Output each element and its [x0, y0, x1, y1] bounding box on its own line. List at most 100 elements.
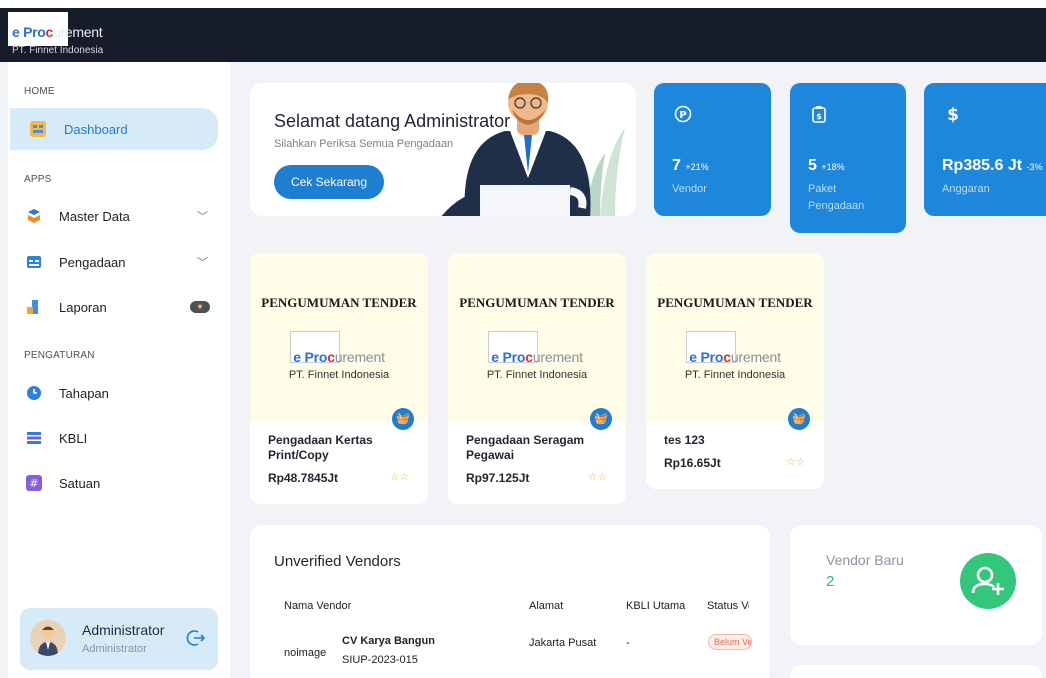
svg-text:P: P: [679, 110, 686, 121]
tender-price: Rp97.125Jt: [466, 471, 530, 485]
column-header: Nama Vendor: [284, 600, 352, 612]
section-home: HOME: [24, 86, 55, 97]
logo-rest: urement: [53, 24, 103, 40]
stat-value: 7 +21%: [672, 157, 709, 174]
status-badge: Belum Verifikasi: [708, 634, 752, 650]
sidebar-item-kbli[interactable]: KBLI: [8, 417, 230, 459]
sidebar-item-label: Laporan: [59, 299, 107, 315]
tender-company: PT. Finnet Indonesia: [684, 369, 786, 381]
sidebar-item-label: Master Data: [59, 208, 130, 224]
tender-card[interactable]: PENGUMUMAN TENDER e Procurement PT. Finn…: [250, 253, 428, 504]
sidebar-item-pengadaan[interactable]: Pengadaan ﹀: [8, 241, 230, 283]
tender-price: Rp48.7845Jt: [268, 471, 339, 485]
vendor-address: Jakarta Pusat: [529, 637, 597, 649]
svg-text:$: $: [947, 105, 959, 123]
company-name: PT. Finnet Indonesia: [12, 45, 104, 56]
chevron-down-icon: ﹀: [197, 211, 208, 223]
stat-card-vendor[interactable]: P 7 +21% Vendor: [654, 83, 771, 216]
vendor-permit: SIUP-2023-015: [342, 654, 418, 666]
add-user-icon: [960, 553, 1016, 609]
report-icon: [26, 299, 42, 315]
sidebar-item-label: Dashboard: [64, 121, 128, 137]
column-header: Status Verifikasi: [707, 600, 749, 612]
svg-text:#: #: [29, 477, 38, 490]
vendor-kbli: -: [626, 637, 630, 649]
user-role: Administrator: [82, 643, 147, 655]
stat-value: 5 +18%: [808, 157, 845, 174]
chevron-down-icon: ﹀: [197, 257, 208, 269]
app-logo[interactable]: e Procurement: [12, 24, 103, 40]
star-rating-icon[interactable]: ☆☆: [786, 457, 806, 468]
vendor-image: noimage: [284, 647, 327, 659]
tender-title: Pengadaan Kertas Print/Copy: [268, 433, 373, 462]
basket-icon[interactable]: 🧺: [788, 408, 810, 430]
welcome-card: Selamat datang Administrator Silahkan Pe…: [250, 83, 636, 216]
stat-label: Paket Pengadaan: [808, 183, 865, 212]
logo-e: e: [12, 24, 20, 40]
logout-icon[interactable]: [186, 628, 206, 648]
vendor-name[interactable]: CV Karya Bangun: [342, 635, 435, 647]
star-rating-icon[interactable]: ☆☆: [390, 472, 410, 483]
tender-title: Pengadaan Seragam Pegawai: [466, 433, 585, 462]
tender-logo: e Procurement: [293, 349, 385, 365]
user-profile-card[interactable]: Administrator Administrator: [20, 608, 218, 670]
tender-price: Rp16.65Jt: [664, 456, 721, 470]
sidebar-item-label: Satuan: [59, 475, 101, 491]
master-data-icon: [26, 208, 42, 224]
star-badge-icon: ★: [190, 301, 210, 313]
tender-header: PENGUMUMAN TENDER: [261, 295, 417, 310]
stat-label: Vendor: [672, 183, 707, 195]
clock-icon: [26, 385, 42, 401]
procurement-icon: [26, 254, 42, 270]
new-vendor-label: Vendor Baru: [826, 552, 904, 568]
dashboard-icon: [30, 121, 46, 137]
top-strip: [0, 0, 1046, 8]
sidebar-item-label: Pengadaan: [59, 254, 126, 270]
tender-logo: e Procurement: [689, 349, 781, 365]
p-coin-icon: P: [674, 105, 692, 123]
stat-label: Anggaran: [942, 183, 990, 195]
new-vendor-count: 2: [826, 573, 835, 590]
clipboard-dollar-icon: $: [810, 105, 828, 123]
column-header: Alamat: [529, 600, 564, 612]
tender-title: tes 123: [664, 433, 705, 447]
svg-text:$: $: [816, 112, 822, 121]
stat-card-paket[interactable]: $ 5 +18% Paket Pengadaan: [790, 83, 906, 233]
basket-icon[interactable]: 🧺: [392, 408, 414, 430]
logo-c: c: [45, 24, 54, 40]
tender-header: PENGUMUMAN TENDER: [657, 295, 813, 310]
sidebar: HOME Dashboard APPS Master Data ﹀ Pengad…: [8, 62, 230, 678]
top-bar: e Procurement PT. Finnet Indonesia: [0, 0, 1046, 62]
sidebar-item-dashboard[interactable]: Dashboard: [10, 108, 218, 150]
tender-company: PT. Finnet Indonesia: [486, 369, 588, 381]
section-settings: PENGATURAN: [24, 350, 95, 361]
star-rating-icon[interactable]: ☆☆: [588, 472, 608, 483]
sidebar-item-label: KBLI: [59, 430, 88, 446]
sidebar-item-satuan[interactable]: # Satuan: [8, 462, 230, 504]
stat-value: Rp385.6 Jt -3%: [942, 157, 1043, 174]
avatar: [30, 620, 66, 656]
sidebar-item-master-data[interactable]: Master Data ﹀: [8, 195, 230, 237]
tender-card[interactable]: PENGUMUMAN TENDER e Procurement PT. Finn…: [448, 253, 626, 504]
sidebar-item-tahapan[interactable]: Tahapan: [8, 372, 230, 414]
new-vendor-card[interactable]: Vendor Baru 2: [790, 525, 1042, 645]
tender-logo: e Procurement: [491, 349, 583, 365]
hash-icon: #: [26, 475, 42, 491]
stat-card-anggaran[interactable]: $ Rp385.6 Jt -3% Anggaran: [924, 83, 1046, 216]
logo-pro: Pro: [23, 24, 46, 40]
unverified-vendors-card: Unverified Vendors Nama Vendor Alamat KB…: [250, 525, 770, 678]
vendors-title: Unverified Vendors: [274, 553, 401, 570]
column-header: KBLI Utama: [626, 600, 686, 612]
sidebar-item-laporan[interactable]: Laporan ★: [8, 286, 230, 328]
dollar-icon: $: [944, 105, 962, 125]
businessman-illustration: [441, 83, 625, 216]
tender-card[interactable]: PENGUMUMAN TENDER e Procurement PT. Finn…: [646, 253, 824, 489]
tender-company: PT. Finnet Indonesia: [288, 369, 390, 381]
basket-icon[interactable]: 🧺: [590, 408, 612, 430]
sidebar-item-label: Tahapan: [59, 385, 109, 401]
next-card: [790, 665, 1042, 678]
check-now-button[interactable]: Cek Sekarang: [274, 165, 384, 199]
tender-header: PENGUMUMAN TENDER: [459, 295, 615, 310]
list-icon: [26, 430, 42, 446]
user-name: Administrator: [82, 622, 165, 638]
